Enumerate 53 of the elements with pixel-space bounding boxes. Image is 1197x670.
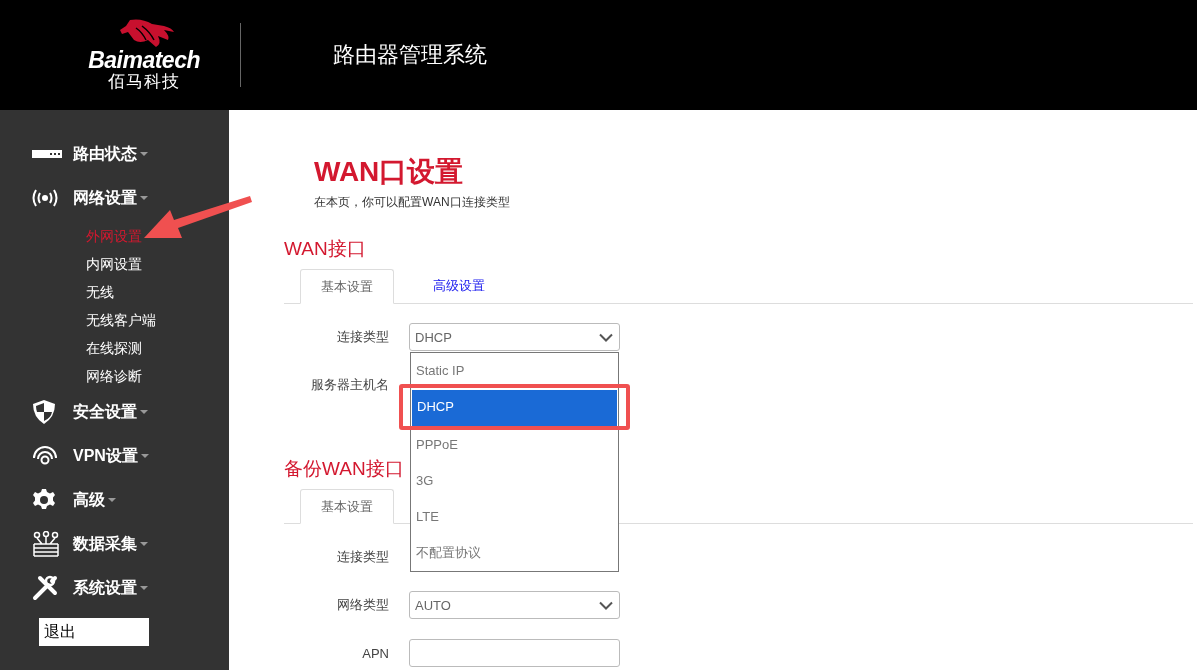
select-field[interactable]: DHCP	[409, 323, 620, 351]
nav-item[interactable]: 路由状态	[73, 143, 137, 165]
chevron-icon	[599, 600, 613, 610]
nav-item[interactable]: 数据采集	[73, 533, 137, 555]
section-title: WAN接口	[284, 237, 366, 261]
nav-item[interactable]: 高级	[73, 489, 105, 511]
field-label: APN	[361, 645, 389, 661]
page-subtitle: 在本页，你可以配置WAN口连接类型	[314, 194, 511, 210]
shield-icon	[32, 399, 56, 425]
tools-icon	[32, 575, 58, 601]
tab[interactable]: 高级设置	[394, 269, 524, 303]
tab[interactable]: 基本设置	[300, 269, 394, 304]
caret-icon	[108, 498, 116, 502]
signal-icon	[32, 189, 58, 207]
caret-icon	[140, 542, 148, 546]
field-label: 连接类型	[336, 548, 389, 566]
nav-subitem[interactable]: 网络诊断	[86, 368, 142, 384]
nav-item[interactable]: 安全设置	[73, 401, 137, 423]
caret-icon	[140, 196, 148, 200]
input-field[interactable]	[409, 639, 620, 667]
logout-button[interactable]: 退出	[39, 618, 149, 646]
dropdown-option[interactable]: 不配置协议	[411, 535, 618, 571]
field-label: 连接类型	[336, 328, 389, 346]
tab[interactable]: 基本设置	[300, 489, 394, 524]
app-title: 路由器管理系统	[333, 41, 487, 69]
logo-subtext: 佰马科技	[108, 72, 181, 92]
router-icon	[32, 150, 62, 158]
chevron-icon	[599, 332, 613, 342]
field-label: 网络类型	[336, 596, 389, 614]
wireless-icon	[32, 446, 58, 466]
sensor-rack-icon	[32, 531, 60, 557]
nav-subitem[interactable]: 内网设置	[86, 256, 142, 272]
field-label: 服务器主机名	[310, 376, 389, 394]
nav-item[interactable]: VPN设置	[73, 445, 138, 467]
caret-icon	[140, 410, 148, 414]
dropdown-option[interactable]: Static IP	[411, 353, 618, 389]
nav-item[interactable]: 网络设置	[73, 187, 137, 209]
select-field[interactable]: AUTO	[409, 591, 620, 619]
caret-icon	[140, 152, 148, 156]
caret-icon	[140, 586, 148, 590]
nav-subitem[interactable]: 无线	[86, 284, 114, 300]
section-title: 备份WAN接口	[284, 457, 404, 481]
dropdown-option[interactable]: PPPoE	[411, 427, 618, 463]
logo-text: Baimatech	[88, 48, 200, 72]
dropdown-option[interactable]: DHCP	[411, 389, 618, 427]
nav-subitem[interactable]: 无线客户端	[86, 312, 156, 328]
caret-icon	[140, 454, 149, 458]
dropdown-option[interactable]: LTE	[411, 499, 618, 535]
gear-icon	[32, 488, 56, 512]
page-title: WAN口设置	[314, 155, 465, 189]
dropdown-option[interactable]: 3G	[411, 463, 618, 499]
nav-subitem[interactable]: 在线探测	[86, 340, 142, 356]
nav-item[interactable]: 系统设置	[73, 577, 137, 599]
